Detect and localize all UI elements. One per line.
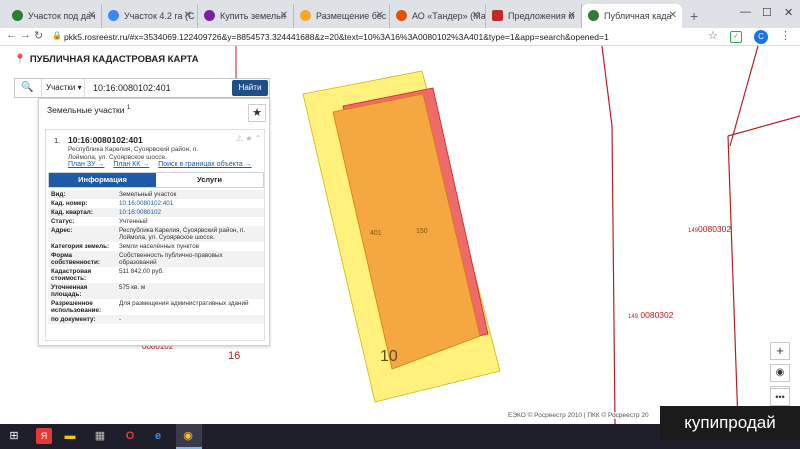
quarter-boundary-line [601,46,616,424]
watermark-logo: купипродай [660,406,800,440]
quarter-label: 149 0080302 [628,310,674,320]
browser-tab-5[interactable]: АО «Тандер» (Ма ✕ [390,4,486,28]
zoom-in-button[interactable]: + [770,342,790,360]
browser-tab-1[interactable]: Участок под дач ✕ [6,4,102,28]
extension-icon[interactable]: ✓ [730,31,742,43]
plot-label: 401 [370,230,382,237]
result-index: 1. [54,136,61,145]
minimize-icon[interactable]: — [740,6,751,18]
map-label-16: 16 [228,350,241,362]
profile-avatar[interactable]: C [754,30,768,44]
plot-label: 150 [416,228,428,235]
browser-tab-2[interactable]: Участок 4.2 га (С ✕ [102,4,198,28]
tab-close-icon[interactable]: ✕ [568,4,576,28]
tab-close-icon[interactable]: ✕ [669,4,677,28]
maximize-icon[interactable]: ☐ [762,6,772,19]
table-row: Адрес: Республика Карелия, Суоярвский рай… [48,226,264,242]
table-row: Кад. квартал: 10:16:0080102 [48,208,264,217]
tab-favicon-icon [588,10,599,21]
quarter-label: 1490080302 [688,224,732,234]
map-credits: ЕЭКО © Росреестр 2010 | ПКК © Росреестр … [508,412,649,419]
table-row: по документу: - [48,315,264,324]
search-input[interactable] [89,79,229,97]
app-title: 📍 ПУБЛИЧНАЯ КАДАСТРОВАЯ КАРТА [14,54,199,65]
table-row: Разрешенное использование: Для размещения… [51,300,249,314]
card-actions: ⚠ ★ ⌃ [236,134,262,143]
table-row: Вид: Земельный участок [48,190,264,199]
more-options-button[interactable]: ••• [770,388,790,406]
browser-tab-3[interactable]: Купить земельн ✕ [198,4,294,28]
browser-tab-4[interactable]: Размещение бес ✕ [294,4,390,28]
back-icon[interactable]: ← [6,29,17,41]
tab-favicon-icon [396,10,407,21]
table-row: Кад. номер: 10:16:0080102:401 [51,200,174,207]
layers-button[interactable]: ◉ [770,364,790,382]
opera-icon[interactable]: O [122,428,138,444]
info-table: Вид: Земельный участок Кад. номер: 10:16:0… [48,190,264,324]
browser-tab-7-active[interactable]: Публичная када ✕ [582,4,682,28]
tab-favicon-icon [300,10,311,21]
search-icon[interactable]: 🔍 [21,82,33,93]
yandex-icon[interactable]: Я [36,428,52,444]
quarter-boundary-line [727,135,739,424]
tab-favicon-icon [12,10,23,21]
search-type-select[interactable]: Участки ▾ [41,79,85,97]
tab-info[interactable]: Информация [49,173,156,187]
table-row: Уточненная площадь: 575 кв. м [48,283,264,299]
tab-close-icon[interactable]: ✕ [376,4,384,28]
tab-label: Купить земельн [220,11,286,21]
browser-tab-6[interactable]: Предложения м ✕ [486,4,582,28]
results-panel: Земельные участки 1 1. 10:16:0080102:401… [38,98,270,346]
result-card[interactable]: 1. 10:16:0080102:401 ⚠ ★ ⌃ Республика Ка… [45,129,265,341]
plan-zu-link[interactable]: План ЗУ → [68,161,104,168]
tab-favicon-icon [108,10,119,21]
address-bar: ← → ↻ 🔒 pkk5.rosreestr.ru/#x=3534069.122… [0,28,800,46]
reload-icon[interactable]: ↻ [34,29,43,42]
table-row: Форма собственности: Собственность публич… [48,251,264,267]
map-label-10: 10 [380,348,398,365]
url-field[interactable]: pkk5.rosreestr.ru/#x=3534069.122409726&y… [64,30,724,44]
collapse-icon[interactable]: ⌃ [255,134,262,143]
tab-favicon-icon [204,10,215,21]
favorites-star-button[interactable]: ★ [248,104,266,122]
map-pin-icon: 📍 [14,54,26,65]
table-row: Категория земель: Земли населённых пункто… [51,243,200,250]
table-row: Статус: Учтенный [51,218,148,225]
forward-icon[interactable]: → [20,29,31,41]
info-tabs: Информация Услуги [48,172,264,188]
explorer-icon[interactable]: ▬ [62,428,78,444]
close-window-icon[interactable]: ✕ [784,6,793,19]
search-in-bounds-link[interactable]: Поиск в границах объекта → [158,161,252,168]
plan-kk-link[interactable]: План КК → [113,161,149,168]
edge-icon[interactable]: e [150,428,166,444]
result-address: Республика Карелия, Суоярвский район, п.… [68,146,199,161]
tab-label: Публичная када [604,11,672,21]
chrome-icon[interactable]: ◉ [180,428,196,444]
find-button[interactable]: Найти [232,80,268,96]
tab-close-icon[interactable]: ✕ [184,4,192,28]
browser-menu-icon[interactable]: ⋮ [780,29,791,42]
new-tab-button[interactable]: + [682,4,698,28]
favorite-icon[interactable]: ★ [245,134,252,143]
windows-start-icon[interactable]: ⊞ [6,428,22,444]
tab-label: Участок под дач [28,11,96,21]
table-row: Кадастровая стоимость: 511 842,00 руб. [51,268,164,282]
quarter-boundary-line [727,115,800,137]
cadastral-number: 10:16:0080102:401 [68,135,143,145]
tab-close-icon[interactable]: ✕ [280,4,288,28]
lock-icon[interactable]: 🔒 [52,31,62,40]
tab-services[interactable]: Услуги [156,173,263,187]
tab-close-icon[interactable]: ✕ [472,4,480,28]
tab-close-icon[interactable]: ✕ [88,4,96,28]
panel-title: Земельные участки 1 [47,105,131,115]
result-links: План ЗУ → План КК → Поиск в границах объ… [68,161,259,168]
tab-label: Предложения м [508,11,575,21]
warning-icon[interactable]: ⚠ [236,134,243,143]
bookmark-star-icon[interactable]: ☆ [708,29,718,42]
tab-favicon-icon [492,10,503,21]
browser-tab-bar: Участок под дач ✕ Участок 4.2 га (С ✕ Купи… [0,0,800,28]
store-icon[interactable]: ▦ [92,428,108,444]
